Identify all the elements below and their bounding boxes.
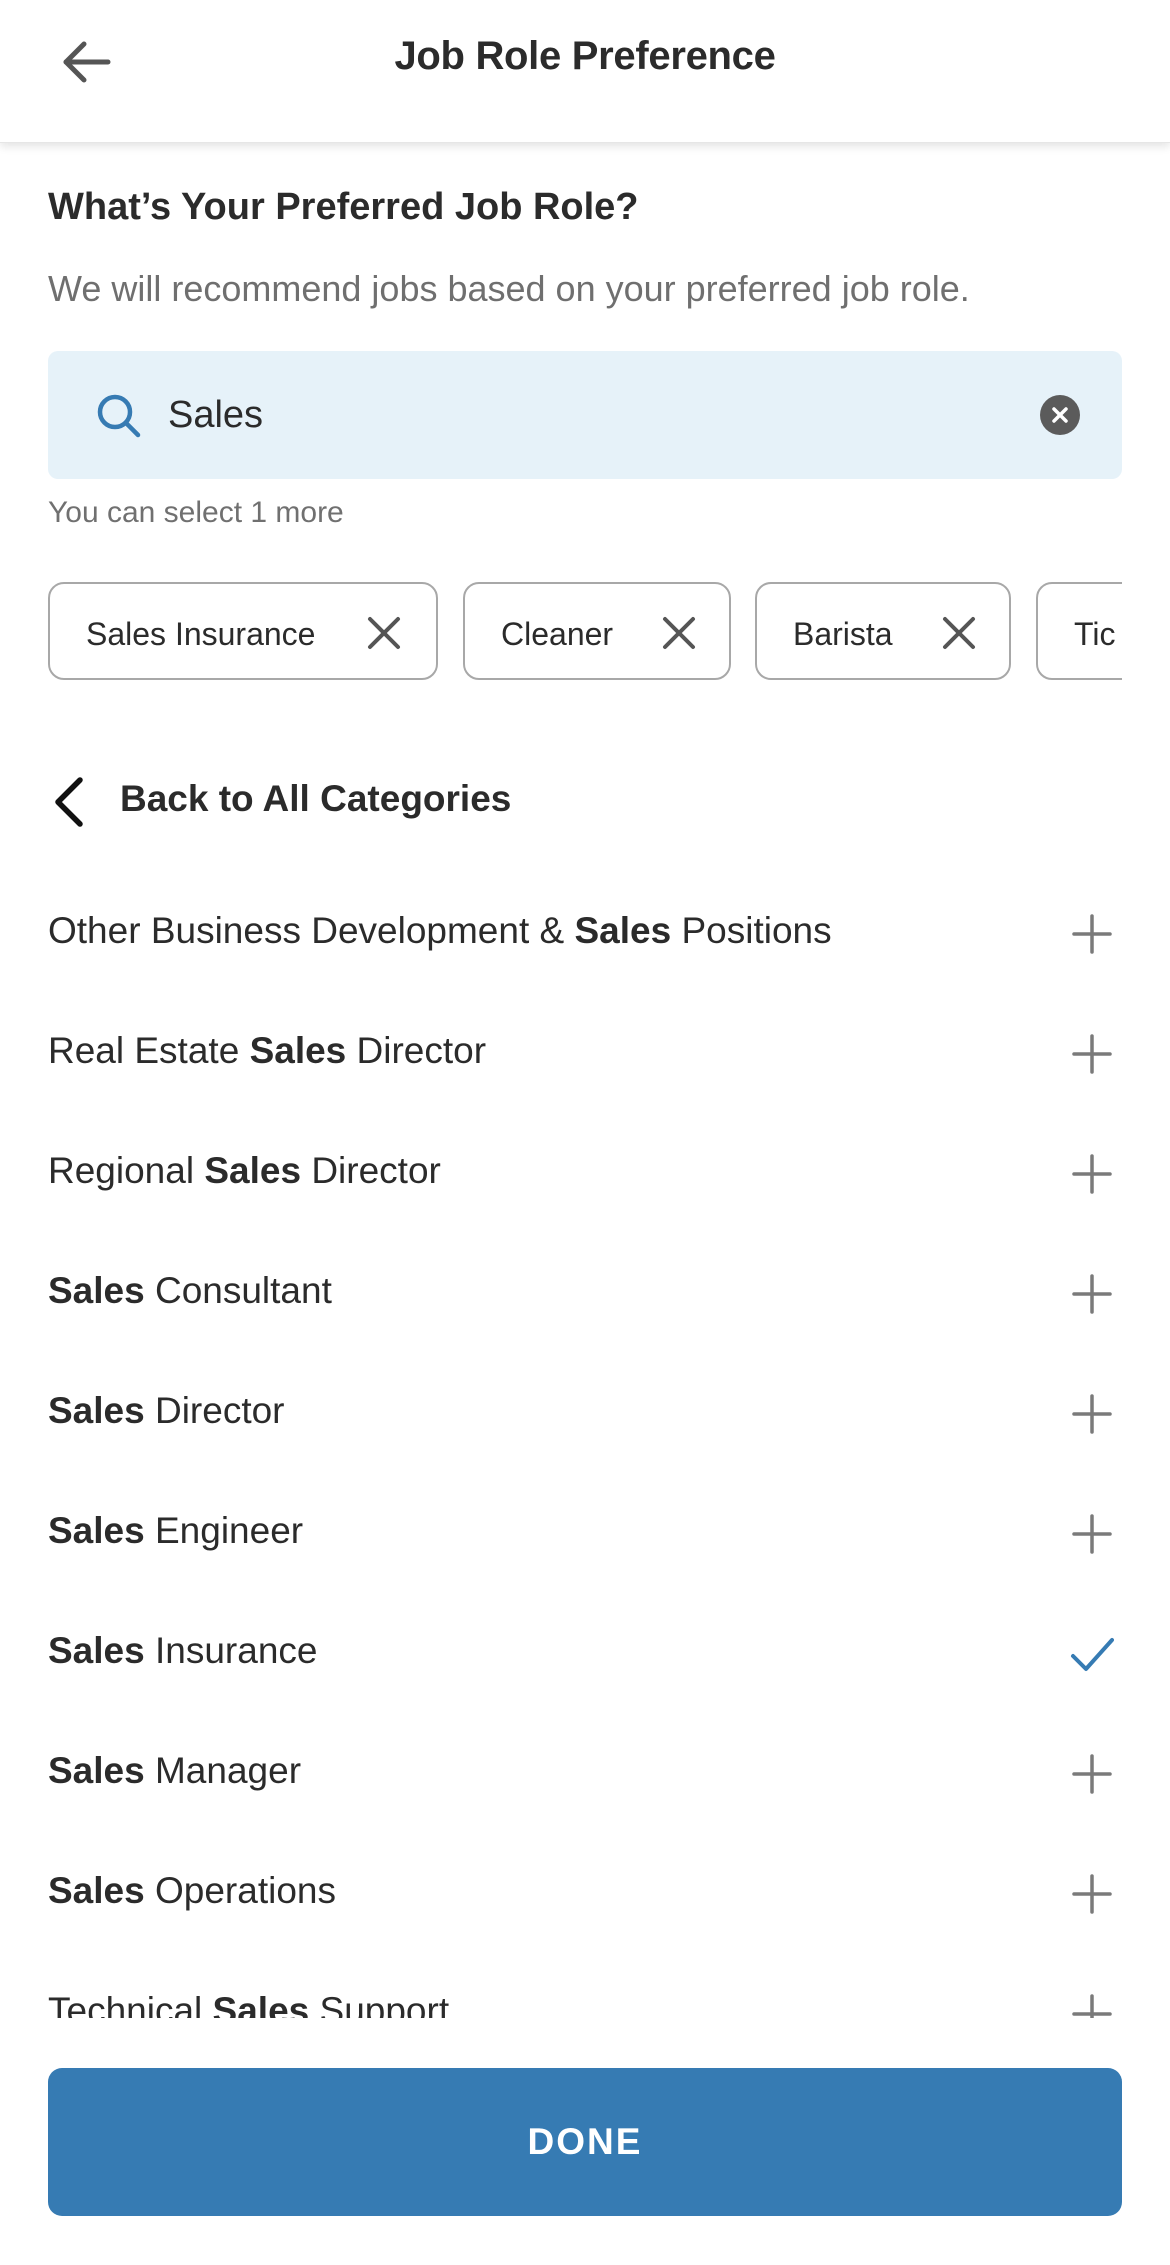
job-role-item[interactable]: Sales Consultant — [0, 1234, 1170, 1354]
search-input[interactable] — [168, 381, 1048, 449]
job-role-text: Manager — [144, 1750, 302, 1791]
job-role-item[interactable]: Real Estate Sales Director — [0, 994, 1170, 1114]
job-role-label: Real Estate Sales Director — [48, 1030, 486, 1072]
page-title: Job Role Preference — [394, 34, 776, 78]
search-match-text: Sales — [204, 1150, 302, 1191]
search-match-text: Sales — [48, 1390, 145, 1431]
selection-hint: You can select 1 more — [48, 496, 344, 529]
search-match-text: Sales — [574, 910, 672, 951]
job-role-label: Other Business Development & Sales Posit… — [48, 910, 832, 952]
app-header: Job Role Preference — [0, 0, 1170, 143]
subtitle-text: We will recommend jobs based on your pre… — [48, 268, 970, 309]
job-role-label: Technical Sales Support — [48, 1990, 449, 2018]
chip-label: Sales Insurance — [86, 616, 316, 652]
job-role-text: Director — [346, 1030, 487, 1071]
search-match-text: Sales — [48, 1510, 145, 1551]
search-box — [48, 351, 1122, 479]
job-role-text: Insurance — [144, 1630, 318, 1671]
job-role-preference-screen: Job Role Preference What’s Your Preferre… — [0, 0, 1170, 2265]
job-role-results-list: Other Business Development & Sales Posit… — [0, 874, 1170, 2018]
job-role-text: Technical — [48, 1990, 213, 2018]
close-icon[interactable] — [366, 615, 402, 651]
job-role-item[interactable]: Sales Manager — [0, 1714, 1170, 1834]
plus-icon[interactable] — [1070, 1392, 1114, 1436]
job-role-item[interactable]: Sales Operations — [0, 1834, 1170, 1954]
job-role-label: Sales Insurance — [48, 1630, 317, 1672]
plus-icon[interactable] — [1070, 1872, 1114, 1916]
job-role-label: Sales Operations — [48, 1870, 336, 1912]
plus-icon[interactable] — [1070, 1272, 1114, 1316]
chip-barista: Barista — [755, 582, 1011, 680]
job-role-text: Other Business Development & — [48, 910, 575, 951]
checkmark-icon[interactable] — [1070, 1632, 1114, 1676]
plus-icon[interactable] — [1070, 1752, 1114, 1796]
chevron-left-icon — [55, 777, 83, 827]
back-to-categories-link[interactable]: Back to All Categories — [48, 770, 648, 830]
search-icon — [97, 394, 141, 438]
plus-icon[interactable] — [1070, 1992, 1114, 2018]
plus-icon[interactable] — [1070, 1512, 1114, 1556]
job-role-text: Operations — [144, 1870, 336, 1911]
job-role-label: Sales Engineer — [48, 1510, 303, 1552]
job-role-text: Director — [144, 1390, 285, 1431]
job-role-label: Regional Sales Director — [48, 1150, 441, 1192]
job-role-label: Sales Consultant — [48, 1270, 332, 1312]
plus-icon[interactable] — [1070, 1152, 1114, 1196]
job-role-label: Sales Director — [48, 1390, 285, 1432]
job-role-item[interactable]: Other Business Development & Sales Posit… — [0, 874, 1170, 994]
search-match-text: Sales — [48, 1870, 145, 1911]
chip-label: Cleaner — [501, 616, 614, 652]
job-role-item[interactable]: Sales Director — [0, 1354, 1170, 1474]
job-role-label: Sales Manager — [48, 1750, 301, 1792]
chip-label: Tic — [1074, 616, 1116, 652]
job-role-item[interactable]: Technical Sales Support — [0, 1954, 1170, 2018]
close-icon[interactable] — [661, 615, 697, 651]
job-role-text: Regional — [48, 1150, 205, 1191]
search-match-text: Sales — [48, 1270, 145, 1311]
chip-sales-insurance: Sales Insurance — [48, 582, 438, 680]
search-match-text: Sales — [48, 1630, 145, 1671]
job-role-item[interactable]: Regional Sales Director — [0, 1114, 1170, 1234]
search-match-text: Sales — [249, 1030, 347, 1071]
job-role-item[interactable]: Sales Engineer — [0, 1474, 1170, 1594]
job-role-item[interactable]: Sales Insurance — [0, 1594, 1170, 1714]
back-to-categories-label: Back to All Categories — [120, 778, 512, 819]
job-role-text: Director — [301, 1150, 441, 1191]
job-role-text: Engineer — [144, 1510, 304, 1551]
job-role-text: Real Estate — [48, 1030, 250, 1071]
plus-icon[interactable] — [1070, 1032, 1114, 1076]
chip-label: Barista — [793, 616, 893, 652]
search-match-text: Sales — [48, 1750, 145, 1791]
search-match-text: Sales — [212, 1990, 310, 2018]
close-circle-icon — [1052, 407, 1068, 423]
done-button[interactable]: DONE — [48, 2068, 1122, 2216]
job-role-text: Consultant — [144, 1270, 332, 1311]
plus-icon[interactable] — [1070, 912, 1114, 956]
close-icon[interactable] — [941, 615, 977, 651]
chip-tic: Tic — [1036, 582, 1122, 680]
job-role-text: Positions — [671, 910, 832, 951]
clear-search-button[interactable] — [1040, 395, 1080, 435]
selected-chips-row: Sales Insurance Cleaner Barista Tic — [48, 582, 1122, 684]
job-role-text: Support — [309, 1990, 450, 2018]
question-heading: What’s Your Preferred Job Role? — [48, 186, 639, 228]
chip-cleaner: Cleaner — [463, 582, 731, 680]
